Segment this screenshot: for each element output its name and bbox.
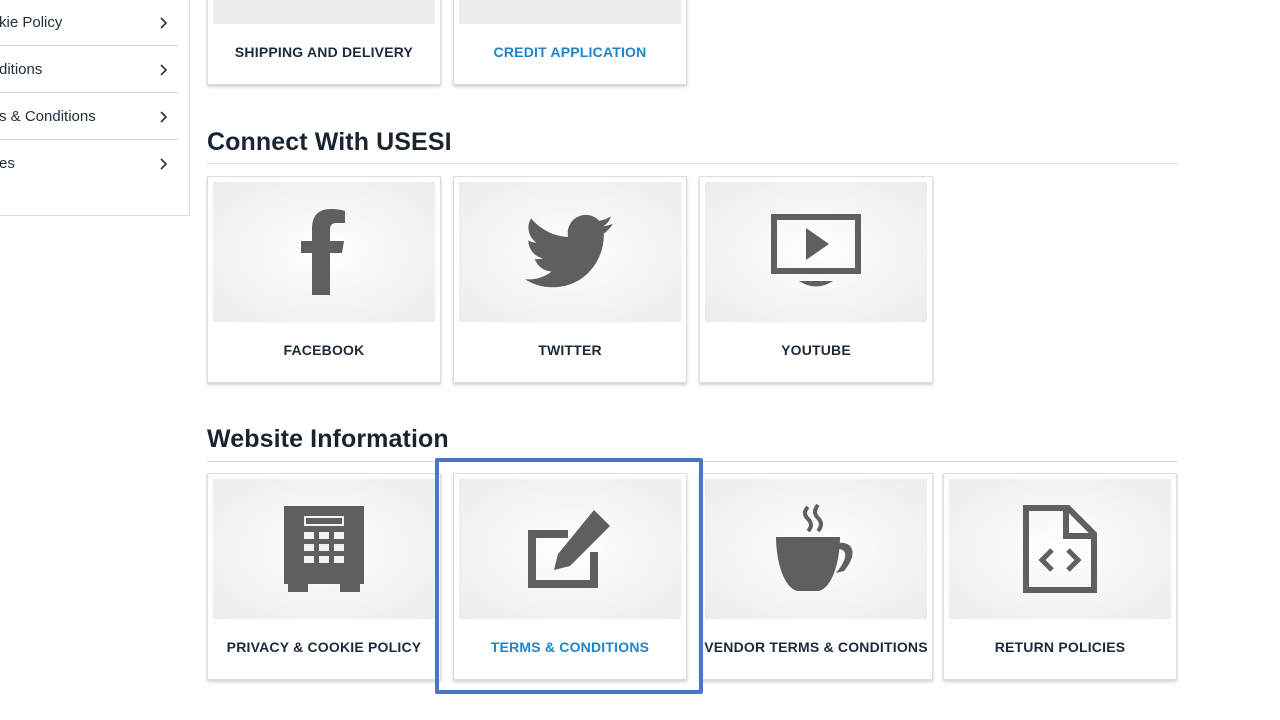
card-image: [213, 479, 435, 619]
card-image: [705, 479, 927, 619]
card-label: YOUTUBE: [781, 342, 851, 358]
card-image: [213, 182, 435, 322]
terms-conditions-card[interactable]: TERMS & CONDITIONS: [453, 473, 687, 680]
sidebar-item-return-policies[interactable]: es: [0, 140, 178, 187]
sidebar: kie Policy ditions s & Conditions es: [0, 0, 190, 216]
card-label: SHIPPING AND DELIVERY: [234, 44, 414, 60]
edit-icon: [528, 510, 610, 588]
credit-application-card[interactable]: CREDIT APPLICATION: [453, 0, 687, 85]
facebook-icon: [301, 209, 345, 295]
card-label: VENDOR TERMS & CONDITIONS: [704, 639, 928, 655]
sidebar-item-label: s & Conditions: [0, 108, 96, 125]
shipping-delivery-card[interactable]: SHIPPING AND DELIVERY: [207, 0, 441, 85]
code-file-icon: [1023, 505, 1097, 593]
chevron-right-icon: [160, 111, 168, 123]
card-label: RETURN POLICIES: [994, 639, 1126, 655]
sidebar-item-terms-conditions[interactable]: ditions: [0, 46, 178, 93]
card-image: [459, 0, 681, 24]
sidebar-item-privacy-cookie-policy[interactable]: kie Policy: [0, 0, 178, 46]
section-divider: [207, 163, 1178, 164]
facebook-card[interactable]: FACEBOOK: [207, 176, 441, 383]
connect-section-title: Connect With USESI: [207, 128, 452, 156]
card-image: [949, 479, 1171, 619]
twitter-icon: [525, 214, 614, 288]
chevron-right-icon: [160, 64, 168, 76]
card-image: [213, 0, 435, 24]
sidebar-item-vendor-terms-conditions[interactable]: s & Conditions: [0, 93, 178, 140]
card-label: CREDIT APPLICATION: [493, 44, 647, 60]
sidebar-item-label: es: [0, 155, 15, 172]
sidebar-item-label: kie Policy: [0, 14, 63, 31]
vendor-terms-conditions-card[interactable]: VENDOR TERMS & CONDITIONS: [699, 473, 933, 680]
youtube-card[interactable]: YOUTUBE: [699, 176, 933, 383]
youtube-icon: [771, 214, 861, 287]
return-policies-card[interactable]: RETURN POLICIES: [943, 473, 1177, 680]
website-info-section-title: Website Information: [207, 425, 449, 453]
safe-icon: [284, 506, 364, 592]
chevron-right-icon: [160, 17, 168, 29]
chevron-right-icon: [160, 158, 168, 170]
section-divider: [207, 461, 1178, 462]
card-label: PRIVACY & COOKIE POLICY: [226, 639, 422, 655]
privacy-cookie-policy-card[interactable]: PRIVACY & COOKIE POLICY: [207, 473, 441, 680]
sidebar-item-label: ditions: [0, 61, 43, 78]
card-label: FACEBOOK: [283, 342, 365, 358]
card-image: [459, 479, 681, 619]
card-image: [459, 182, 681, 322]
twitter-card[interactable]: TWITTER: [453, 176, 687, 383]
card-image: [705, 182, 927, 322]
coffee-icon: [776, 503, 853, 591]
card-label: TWITTER: [538, 342, 602, 358]
card-label: TERMS & CONDITIONS: [490, 639, 650, 655]
